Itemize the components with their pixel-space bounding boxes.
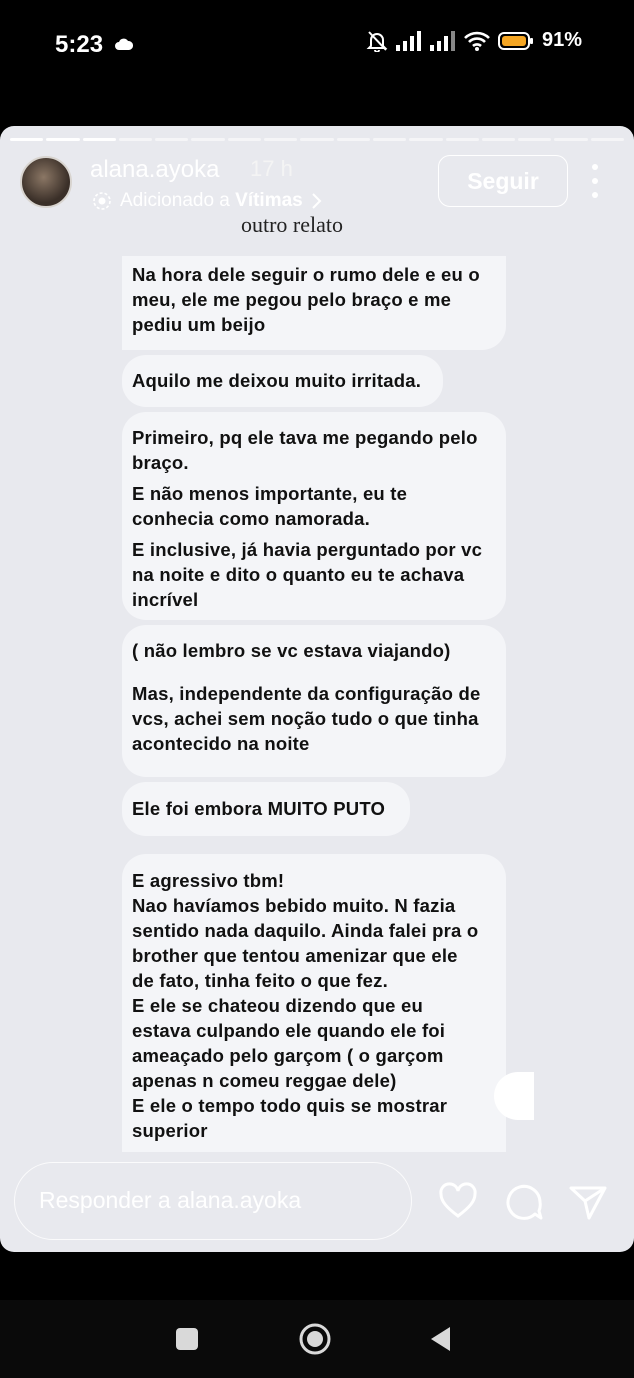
message-text: ( não lembro se vc estava viajando)	[132, 640, 451, 661]
status-bar: 5:23 91%	[0, 0, 634, 90]
message-text: Ele foi embora MUITO PUTO	[132, 798, 386, 819]
message-text: Primeiro, pq ele tava me pegando pelo br…	[132, 427, 478, 473]
back-icon[interactable]	[428, 1325, 454, 1353]
progress-segment	[10, 138, 44, 141]
progress-segment	[227, 138, 262, 141]
highlight-icon	[93, 192, 111, 210]
message-text: Mas, independente da configuração de vcs…	[132, 683, 481, 754]
system-nav-bar	[0, 1300, 634, 1378]
highlight-name: Vítimas	[235, 190, 303, 211]
story-progress	[10, 138, 625, 141]
progress-segment	[191, 138, 225, 141]
chat-bubble: ( não lembro se vc estava viajando) Mas,…	[122, 625, 506, 777]
reply-bar[interactable]	[14, 1162, 412, 1240]
chat-bubble: Na hora dele seguir o rumo dele e eu o m…	[122, 256, 506, 350]
progress-segment	[336, 138, 370, 141]
highlight-link[interactable]: Adicionado a Vítimas	[92, 190, 323, 212]
progress-segment	[82, 138, 116, 141]
progress-segment	[46, 138, 80, 141]
message-spacer	[132, 669, 496, 675]
signal-1-icon	[395, 30, 421, 51]
chat-bubble: Ele foi embora MUITO PUTO	[122, 782, 410, 836]
signal-2-icon	[429, 30, 455, 51]
story-viewer[interactable]: alana.ayoka 17 h Adicionado a Vítimas Se…	[0, 126, 634, 1252]
message-text: E inclusive, já havia perguntado por vc …	[132, 539, 483, 610]
chat-bubble: E agressivo tbm! Nao havíamos bebido mui…	[122, 854, 506, 1152]
battery-percent: 91%	[541, 29, 582, 51]
status-icons: 91%	[366, 29, 582, 52]
progress-segment	[372, 138, 407, 141]
status-time: 5:23	[55, 31, 104, 58]
recents-icon[interactable]	[174, 1326, 200, 1352]
heart-icon[interactable]	[438, 1182, 478, 1222]
avatar[interactable]	[20, 156, 72, 208]
chat-bubble: Primeiro, pq ele tava me pegando pelo br…	[122, 412, 506, 620]
progress-segment	[264, 138, 298, 141]
chevron-right-icon	[312, 193, 322, 209]
chat-bubble: Aquilo me deixou muito irritada.	[122, 355, 443, 407]
progress-segment	[590, 138, 625, 141]
reply-input[interactable]	[39, 1187, 389, 1214]
message-text: Aquilo me deixou muito irritada.	[132, 370, 422, 391]
progress-segment	[554, 138, 588, 141]
story-time-ago: 17 h	[250, 156, 293, 181]
bell-muted-icon	[366, 30, 388, 52]
story-username[interactable]: alana.ayoka	[90, 156, 219, 184]
progress-segment	[300, 138, 334, 141]
scroll-handle	[494, 1072, 534, 1120]
send-icon[interactable]	[568, 1182, 608, 1222]
home-icon[interactable]	[298, 1322, 332, 1356]
message-text: E não menos importante, eu te conhecia c…	[132, 483, 408, 529]
added-prefix: Adicionado a	[120, 190, 236, 211]
story-caption: outro relato	[240, 212, 344, 237]
chat-screenshot: Na hora dele seguir o rumo dele e eu o m…	[122, 256, 512, 1152]
wifi-icon	[464, 31, 490, 51]
comment-icon[interactable]	[504, 1182, 544, 1222]
progress-segment	[518, 138, 552, 141]
follow-button[interactable]: Seguir	[438, 155, 568, 207]
progress-segment	[445, 138, 479, 141]
message-text: Na hora dele seguir o rumo dele e eu o m…	[132, 264, 480, 335]
battery-icon	[497, 31, 533, 50]
progress-segment	[481, 138, 516, 141]
cloud-icon	[115, 38, 133, 50]
progress-segment	[155, 138, 189, 141]
progress-segment	[118, 138, 153, 141]
message-text: E agressivo tbm! Nao havíamos bebido mui…	[132, 870, 479, 1141]
progress-segment	[409, 138, 443, 141]
more-options-icon[interactable]	[587, 164, 603, 198]
